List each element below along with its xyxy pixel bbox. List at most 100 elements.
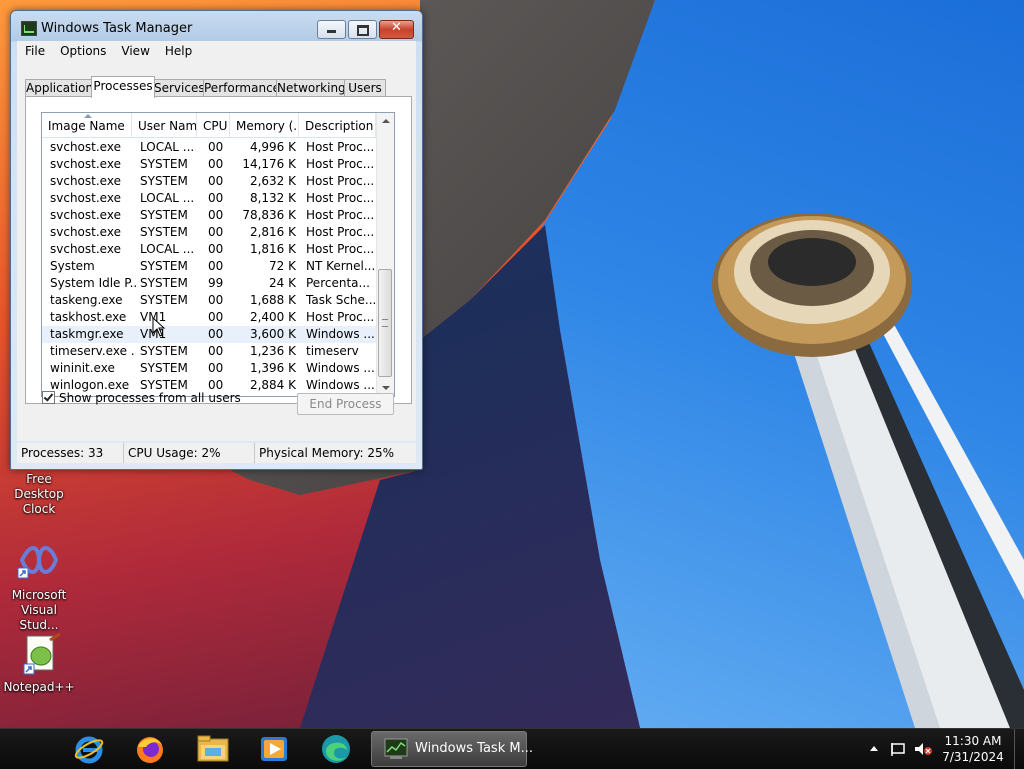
cell-cpu: 99	[208, 276, 224, 290]
desktop-icon-visual-studio[interactable]: Microsoft Visual Stud...	[0, 540, 78, 633]
desktop-icon-notepadpp[interactable]: Notepad++	[0, 632, 78, 695]
table-row[interactable]: svchost.exe LOCAL ... 00 1,816 K Host Proc..…	[42, 241, 376, 258]
sort-ascending-icon	[84, 114, 92, 118]
column-user-name[interactable]: User Name	[132, 113, 197, 137]
cell-memory: 14,176 K	[242, 157, 296, 171]
cell-user-name: SYSTEM	[140, 276, 188, 290]
column-cpu[interactable]: CPU	[197, 113, 230, 137]
title-bar[interactable]: Windows Task Manager ✕	[11, 11, 422, 41]
menu-help[interactable]: Help	[157, 41, 199, 60]
cell-cpu: 00	[208, 242, 224, 256]
cell-image-name: timeserv.exe ...	[50, 344, 136, 358]
taskbar: Windows Task M... 11:30 AM 7/31/2024	[0, 728, 1024, 769]
table-row[interactable]: System SYSTEM 00 72 K NT Kernel...	[42, 258, 376, 275]
table-row[interactable]: svchost.exe LOCAL ... 00 8,132 K Host Proc..…	[42, 190, 376, 207]
tab-processes[interactable]: Processes	[91, 76, 155, 98]
cell-user-name: SYSTEM	[140, 293, 188, 307]
table-row[interactable]: System Idle P... SYSTEM 99 24 K Percenta...	[42, 275, 376, 292]
cell-cpu: 00	[208, 344, 224, 358]
show-all-users-checkbox[interactable]: Show processes from all users	[42, 391, 241, 407]
system-clock[interactable]: 11:30 AM 7/31/2024	[933, 733, 1013, 765]
vertical-scrollbar[interactable]	[376, 113, 394, 396]
show-desktop-button[interactable]	[1014, 729, 1024, 769]
processes-panel: Image Name User Name CPU Memory (... Des…	[25, 96, 412, 415]
cell-description: Host Proc...	[306, 174, 375, 188]
column-description[interactable]: Description	[299, 113, 376, 137]
table-row[interactable]: svchost.exe LOCAL ... 00 4,996 K Host Proc..…	[42, 139, 376, 156]
tab-applications[interactable]: Applications	[25, 79, 99, 97]
table-row[interactable]: svchost.exe SYSTEM 00 2,816 K Host Proc...	[42, 224, 376, 241]
table-row[interactable]: taskmgr.exe VM1 00 3,600 K Windows ...	[42, 326, 376, 343]
cell-memory: 2,400 K	[249, 310, 296, 324]
media-player-icon[interactable]	[258, 733, 290, 765]
cell-user-name: LOCAL ...	[140, 140, 195, 154]
cell-cpu: 00	[208, 191, 224, 205]
close-button[interactable]: ✕	[379, 20, 414, 39]
cell-cpu: 00	[208, 174, 224, 188]
table-row[interactable]: taskeng.exe SYSTEM 00 1,688 K Task Sche...	[42, 292, 376, 309]
cell-user-name: VM1	[140, 327, 167, 341]
table-row[interactable]: timeserv.exe ... SYSTEM 00 1,236 K timeserv	[42, 343, 376, 360]
tab-services[interactable]: Services	[153, 79, 205, 97]
file-explorer-icon[interactable]	[196, 733, 229, 765]
cell-cpu: 00	[208, 361, 224, 375]
cell-image-name: svchost.exe	[50, 208, 121, 222]
cell-image-name: svchost.exe	[50, 174, 121, 188]
firefox-icon[interactable]	[134, 733, 166, 765]
cell-description: Windows ...	[306, 378, 375, 392]
close-icon: ✕	[391, 20, 402, 35]
scroll-thumb[interactable]	[378, 269, 392, 377]
cell-description: Host Proc...	[306, 157, 375, 171]
cell-memory: 2,816 K	[249, 225, 296, 239]
cell-memory: 8,132 K	[249, 191, 296, 205]
menu-view[interactable]: View	[113, 41, 156, 60]
taskbar-task-manager-button[interactable]: Windows Task M...	[371, 731, 533, 767]
maximize-button[interactable]	[348, 20, 377, 39]
cell-image-name: System Idle P...	[50, 276, 136, 290]
column-image-name[interactable]: Image Name	[42, 113, 132, 137]
cell-user-name: SYSTEM	[140, 259, 188, 273]
cell-description: Windows ...	[306, 361, 375, 375]
table-row[interactable]: svchost.exe SYSTEM 00 14,176 K Host Proc...	[42, 156, 376, 173]
cell-image-name: svchost.exe	[50, 242, 121, 256]
menu-file[interactable]: File	[17, 41, 52, 60]
cell-cpu: 00	[208, 310, 224, 324]
table-row[interactable]: taskhost.exe VM1 00 2,400 K Host Proc...	[42, 309, 376, 326]
cell-image-name: wininit.exe	[50, 361, 115, 375]
process-list[interactable]: Image Name User Name CPU Memory (... Des…	[41, 112, 395, 397]
cell-image-name: svchost.exe	[50, 140, 121, 154]
cell-memory: 1,688 K	[249, 293, 296, 307]
status-bar: Processes: 33 CPU Usage: 2% Physical Mem…	[17, 443, 416, 463]
tab-users[interactable]: Users	[344, 79, 386, 97]
action-center-flag-icon[interactable]	[890, 741, 908, 757]
task-manager-window[interactable]: Windows Task Manager ✕ File Options View He…	[10, 10, 423, 470]
tab-performance[interactable]: Performance	[203, 79, 280, 97]
cell-user-name: SYSTEM	[140, 157, 188, 171]
end-process-button[interactable]: End Process	[297, 393, 394, 415]
desktop-icon-free-desktop-clock[interactable]: Free Desktop Clock	[0, 472, 78, 517]
tab-networking[interactable]: Networking	[276, 79, 346, 97]
list-header: Image Name User Name CPU Memory (... Des…	[42, 113, 376, 138]
cell-description: Percenta...	[306, 276, 370, 290]
show-all-users-label: Show processes from all users	[59, 391, 241, 405]
cell-cpu: 00	[208, 140, 224, 154]
internet-explorer-icon[interactable]	[73, 733, 105, 765]
cell-memory: 72 K	[269, 259, 296, 273]
clock-time: 11:30 AM	[944, 734, 1002, 748]
edge-icon[interactable]	[320, 733, 352, 765]
table-row[interactable]: svchost.exe SYSTEM 00 78,836 K Host Proc...	[42, 207, 376, 224]
checkbox-checked-icon[interactable]	[42, 391, 55, 404]
menu-options[interactable]: Options	[52, 41, 113, 60]
table-row[interactable]: wininit.exe SYSTEM 00 1,396 K Windows ...	[42, 360, 376, 377]
minimize-button[interactable]	[317, 20, 346, 39]
cell-image-name: System	[50, 259, 95, 273]
column-memory[interactable]: Memory (...	[230, 113, 299, 137]
mouse-cursor-icon	[152, 317, 166, 337]
cell-image-name: svchost.exe	[50, 225, 121, 239]
show-hidden-icons-icon[interactable]	[869, 744, 879, 752]
cell-memory: 4,996 K	[249, 140, 296, 154]
table-row[interactable]: svchost.exe SYSTEM 00 2,632 K Host Proc...	[42, 173, 376, 190]
scroll-up-arrow-icon[interactable]	[377, 113, 394, 130]
status-processes: Processes: 33	[17, 443, 124, 463]
volume-muted-icon[interactable]	[913, 741, 933, 757]
